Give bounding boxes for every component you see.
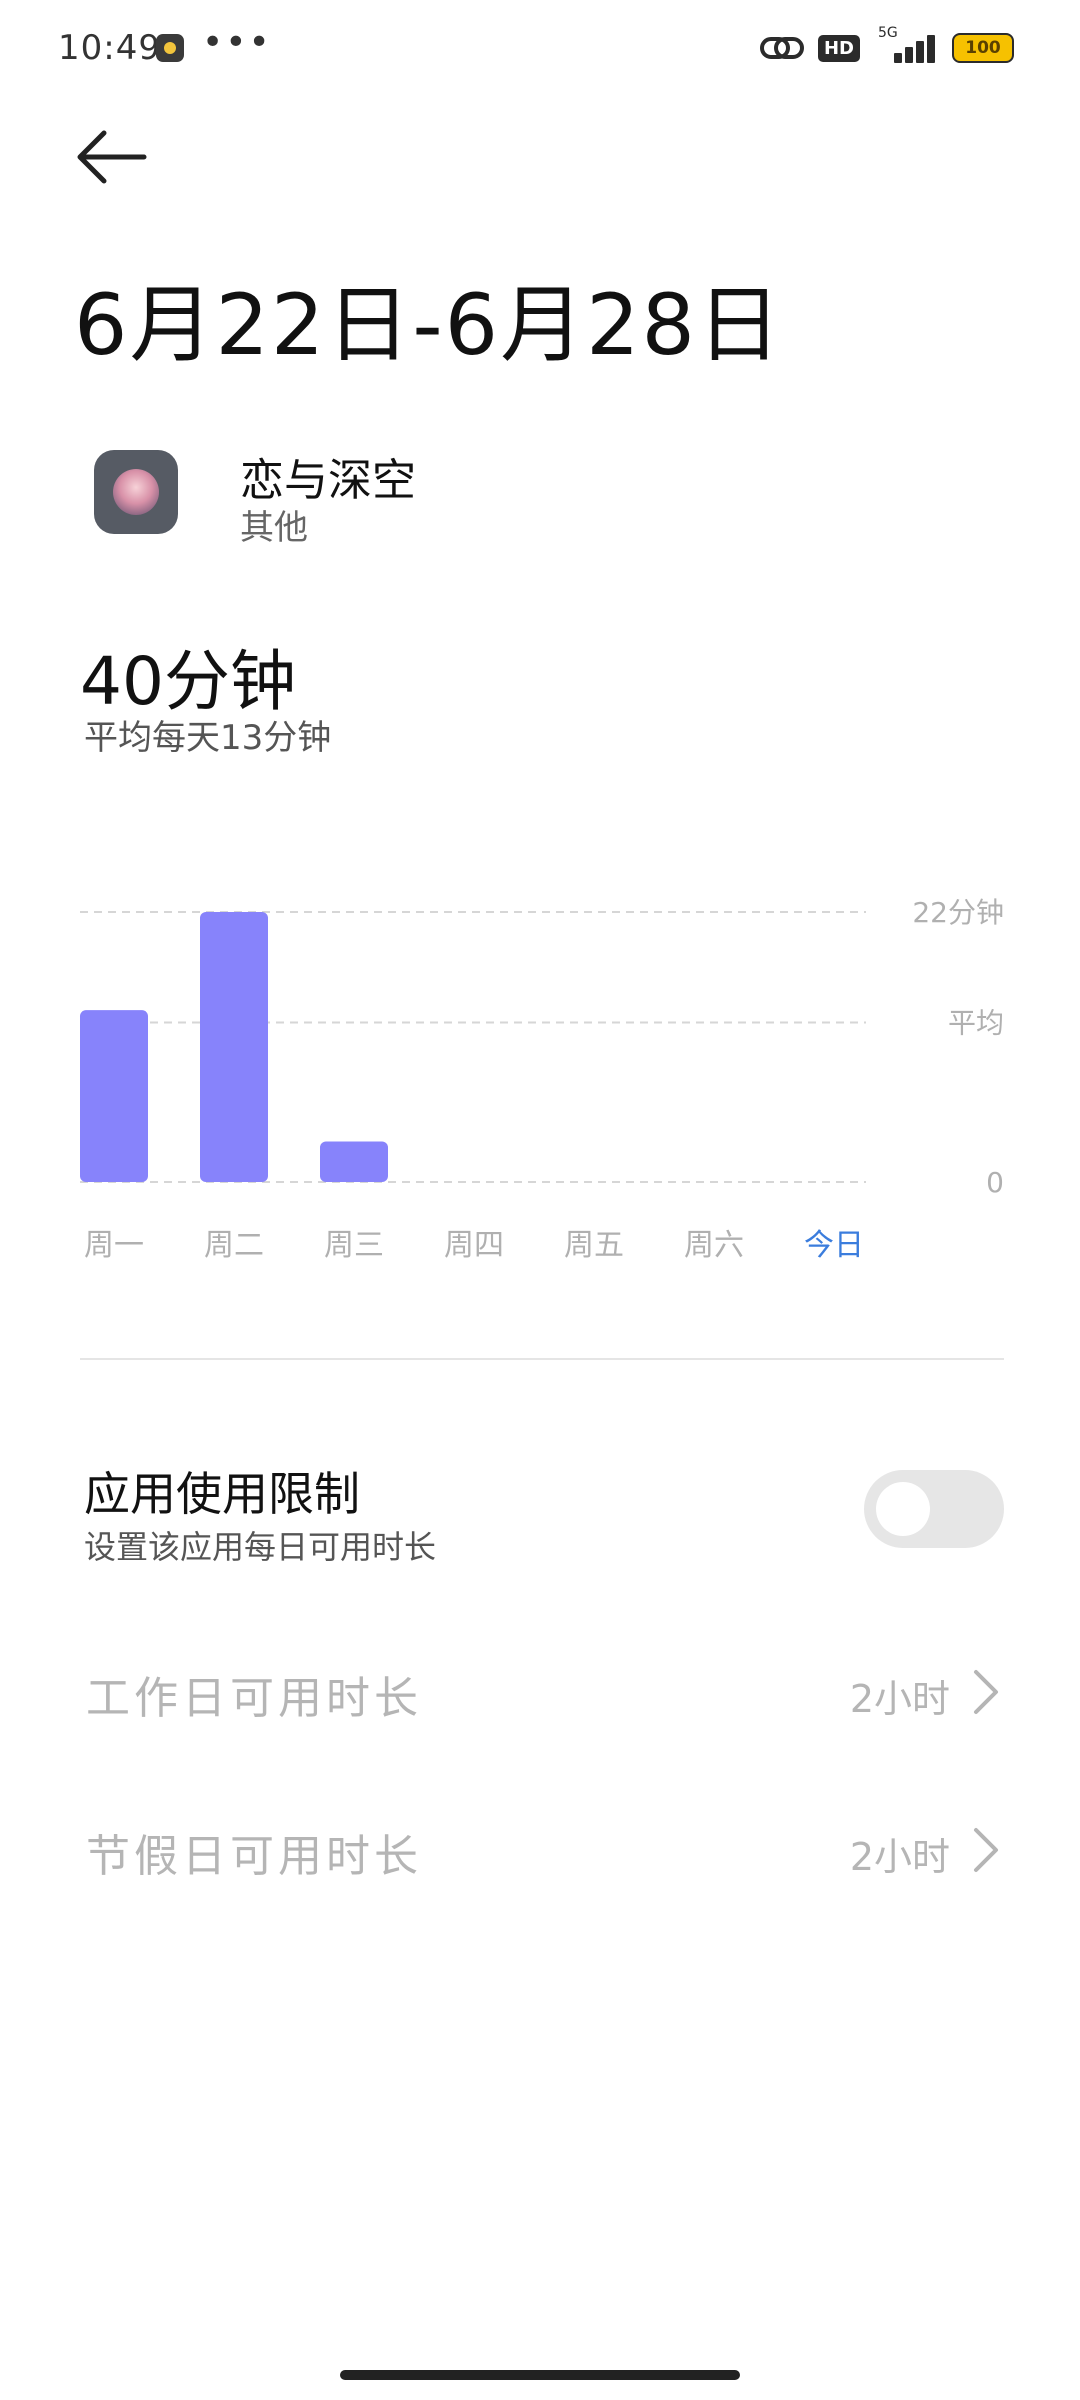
average-usage-time: 平均每天13分钟	[84, 718, 332, 758]
date-range-title: 6月22日-6月28日	[74, 276, 783, 374]
status-indicators: HD 5G 100	[759, 25, 1014, 68]
y-tick-label: 0	[986, 1166, 1004, 1199]
app-category: 其他	[240, 508, 308, 548]
weekday-limit-row[interactable]: 工作日可用时长 2小时	[0, 1632, 1080, 1752]
notification-icon	[156, 34, 184, 62]
link-icon	[759, 37, 804, 59]
divider	[80, 1358, 1004, 1360]
app-avatar	[113, 469, 159, 515]
chart-bar	[200, 912, 268, 1182]
network-type: 5G	[878, 25, 898, 41]
limit-title: 应用使用限制	[84, 1467, 360, 1521]
toggle-knob	[876, 1482, 930, 1536]
status-bar: 10:49 ••• HD 5G 100	[0, 0, 1080, 100]
y-tick-label: 22分钟	[912, 896, 1004, 929]
screen: 10:49 ••• HD 5G 100 6月22日-6月28日 恋与深空 其他 …	[0, 0, 1080, 2400]
holiday-limit-label: 节假日可用时长	[86, 1831, 422, 1882]
signal-icon: 5G	[874, 25, 938, 65]
back-button[interactable]	[74, 122, 154, 192]
chart-bar	[80, 1010, 148, 1182]
hd-badge: HD	[817, 34, 860, 62]
x-tick-label: 周五	[564, 1228, 624, 1263]
x-tick-label: 今日	[804, 1228, 864, 1263]
app-name: 恋与深空	[240, 455, 416, 506]
limit-description: 设置该应用每日可用时长	[84, 1528, 437, 1566]
x-tick-label: 周四	[444, 1228, 504, 1263]
holiday-limit-value: 2小时	[849, 1835, 950, 1879]
usage-bar-chart: 22分钟平均 0 周一 周二 周三 周四 周五 周六 今日	[80, 896, 1004, 1263]
x-tick-label: 周二	[204, 1228, 264, 1263]
home-indicator[interactable]	[340, 2370, 740, 2380]
more-notifications-icon: •••	[202, 22, 272, 63]
weekday-limit-value: 2小时	[849, 1677, 950, 1721]
limit-toggle[interactable]	[864, 1470, 1004, 1548]
back-arrow-icon	[77, 130, 147, 184]
x-tick-label: 周六	[684, 1228, 744, 1263]
holiday-limit-row[interactable]: 节假日可用时长 2小时	[0, 1790, 1080, 1910]
weekday-limit-label: 工作日可用时长	[86, 1673, 422, 1724]
x-tick-label: 周三	[324, 1228, 384, 1263]
app-icon	[94, 450, 178, 534]
x-tick-label: 周一	[84, 1228, 144, 1263]
chevron-right-icon	[974, 1670, 998, 1714]
y-tick-label: 平均	[948, 1006, 1004, 1039]
battery-icon: 100	[952, 33, 1014, 63]
chevron-right-icon	[974, 1828, 998, 1872]
chart-bar	[320, 1141, 388, 1182]
status-time: 10:49	[58, 28, 161, 68]
